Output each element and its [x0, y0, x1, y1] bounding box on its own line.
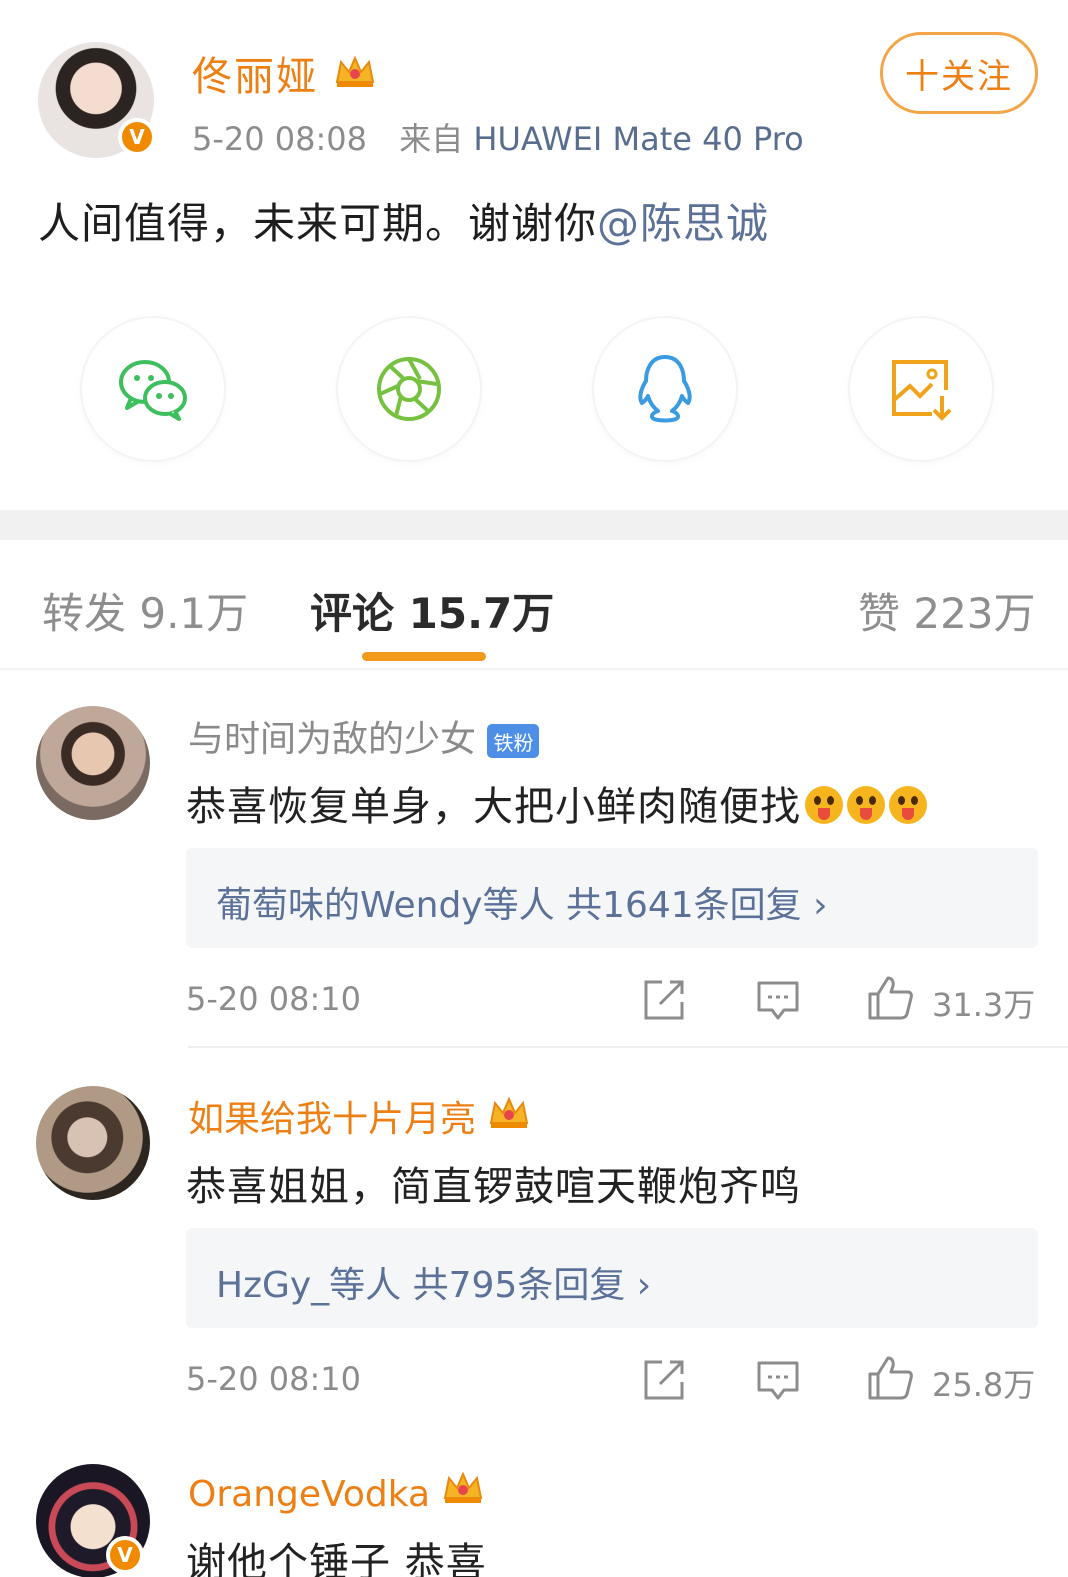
comment-icon[interactable] — [756, 978, 800, 1022]
source-prefix: 来自 — [399, 120, 464, 158]
follow-button[interactable]: 十关注 — [880, 32, 1038, 114]
vip-crown-icon — [333, 52, 377, 90]
tongue-emoji-icon — [889, 786, 927, 824]
share-qq-button[interactable] — [594, 318, 736, 460]
comment-text: 恭喜姐姐，简直锣鼓喧天鞭炮齐鸣 — [186, 1164, 801, 1210]
share-icon[interactable] — [642, 978, 686, 1022]
save-image-button[interactable] — [850, 318, 992, 460]
reply-summary-link[interactable]: HzGy_等人 共795条回复 › — [216, 1256, 651, 1308]
share-wechat-button[interactable] — [82, 318, 224, 460]
wechat-icon — [119, 360, 187, 421]
tab-comments[interactable]: 评论 15.7万 — [310, 580, 554, 641]
tab-likes[interactable]: 赞 223万 — [858, 580, 1036, 641]
tab-reposts[interactable]: 转发 9.1万 — [42, 580, 248, 641]
comment-text-body: 恭喜恢复单身，大把小鲜肉随便找 — [186, 784, 801, 830]
author-name-text[interactable]: 佟丽娅 — [192, 54, 318, 100]
reply-summary-link[interactable]: 葡萄味的Wendy等人 共1641条回复 › — [216, 876, 828, 928]
comment-author-name[interactable]: OrangeVodka — [188, 1474, 430, 1515]
post-meta: 5-20 08:08 来自 HUAWEI Mate 40 Pro — [192, 114, 804, 160]
comment-time: 5-20 08:10 — [186, 1360, 362, 1398]
tongue-emoji-icon — [805, 786, 843, 824]
comment-author-name[interactable]: 与时间为敌的少女 — [188, 719, 476, 760]
save-image-icon — [892, 360, 952, 421]
verified-badge-icon: V — [106, 1536, 144, 1574]
comment-text: 谢他个锤子 恭喜 — [186, 1540, 487, 1577]
comment-author[interactable]: OrangeVodka — [188, 1468, 485, 1515]
qq-icon — [638, 355, 692, 423]
tabs-divider — [0, 668, 1068, 670]
like-icon[interactable] — [866, 974, 914, 1022]
verified-badge-icon: V — [118, 118, 156, 156]
comment-text: 恭喜恢复单身，大把小鲜肉随便找 — [186, 774, 927, 832]
like-count: 25.8万 — [932, 1366, 1036, 1404]
comment-avatar[interactable] — [36, 706, 150, 820]
like-icon[interactable] — [866, 1354, 914, 1402]
post-text: 人间值得，未来可期。谢谢你@陈思诚 — [38, 190, 769, 251]
comment-author[interactable]: 如果给我十片月亮 — [188, 1090, 531, 1142]
post-time: 5-20 08:08 — [192, 120, 368, 158]
reply-summary-box[interactable]: 葡萄味的Wendy等人 共1641条回复 › — [186, 848, 1038, 948]
fan-badge: 铁粉 — [487, 724, 540, 758]
vip-crown-icon — [487, 1093, 531, 1131]
comment-time: 5-20 08:10 — [186, 980, 362, 1018]
section-divider — [0, 510, 1068, 540]
like-count: 31.3万 — [932, 986, 1036, 1024]
device-name[interactable]: HUAWEI Mate 40 Pro — [473, 120, 803, 158]
reply-summary-box[interactable]: HzGy_等人 共795条回复 › — [186, 1228, 1038, 1328]
comment-author[interactable]: 与时间为敌的少女 铁粉 — [188, 710, 540, 762]
comment-author-name[interactable]: 如果给我十片月亮 — [188, 1099, 476, 1140]
vip-crown-icon — [441, 1468, 485, 1506]
share-moments-button[interactable] — [338, 318, 480, 460]
comment-avatar[interactable] — [36, 1086, 150, 1200]
share-icon[interactable] — [642, 1358, 686, 1402]
post-text-body: 人间值得，未来可期。谢谢你 — [38, 199, 598, 248]
tongue-emoji-icon — [847, 786, 885, 824]
author-name[interactable]: 佟丽娅 — [192, 44, 377, 102]
moments-icon — [377, 357, 441, 421]
comment-icon[interactable] — [756, 1358, 800, 1402]
mention-link[interactable]: @陈思诚 — [597, 199, 769, 248]
comment-divider — [188, 1046, 1068, 1048]
active-tab-indicator — [362, 652, 486, 661]
